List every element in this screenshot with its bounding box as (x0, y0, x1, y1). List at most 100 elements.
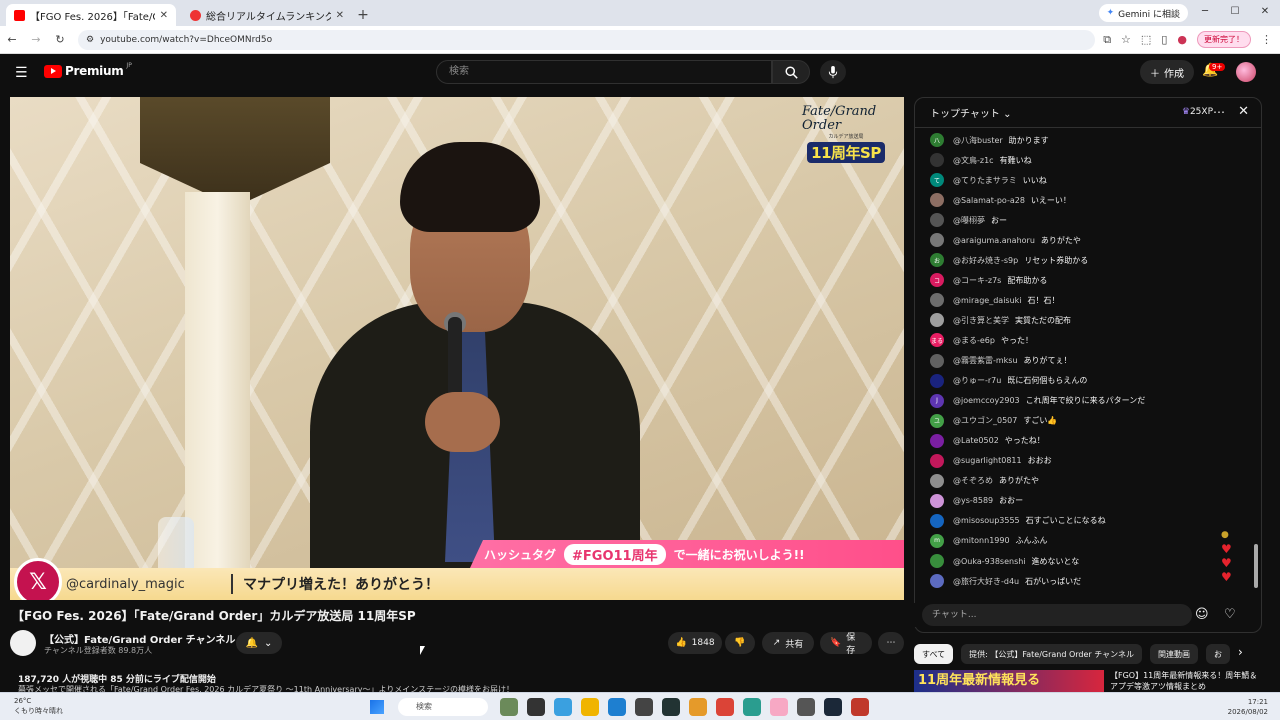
search-input[interactable]: 検索 (436, 60, 772, 84)
chat-author-name[interactable]: @mirage_daisuki (953, 296, 1022, 305)
chat-message[interactable]: @Salamat-po-a28 いえーい！ (915, 190, 1255, 210)
chat-message[interactable]: @ys-8589 おおー (915, 491, 1255, 511)
chat-message[interactable]: お @お好み焼き-s9p リセット券助かる (915, 250, 1255, 270)
steam-icon[interactable] (824, 698, 842, 716)
chat-message[interactable]: @霧雲紫雷-mksu ありがてぇ！ (915, 351, 1255, 371)
chip-all[interactable]: すべて (914, 644, 954, 664)
chat-author-avatar[interactable] (930, 513, 944, 528)
chat-message[interactable]: @mirage_daisuki 石！石！ (915, 290, 1255, 310)
chat-author-avatar[interactable] (930, 453, 944, 468)
chat-author-name[interactable]: @旅行大好き-d4u (953, 576, 1019, 587)
chat-author-avatar[interactable] (930, 353, 944, 368)
chat-author-name[interactable]: @お好み焼き-s9p (953, 255, 1018, 266)
taskbar-search[interactable]: 検索 (398, 698, 488, 716)
chat-author-avatar[interactable] (930, 433, 944, 448)
install-icon[interactable]: ⧉ (1103, 33, 1111, 47)
chat-author-avatar[interactable]: ユ (930, 413, 944, 428)
reload-icon[interactable]: ↻ (48, 33, 72, 46)
browser-tab-ranking[interactable]: 総合リアルタイムランキング | 配信ラ ✕ (182, 4, 352, 26)
chat-author-avatar[interactable] (930, 313, 944, 328)
forward-icon[interactable]: → (24, 33, 48, 46)
chat-author-name[interactable]: @sugarlight0811 (953, 456, 1022, 465)
update-button[interactable]: 更新完了！ (1197, 31, 1251, 48)
chat-author-name[interactable]: @ys-8589 (953, 496, 993, 505)
chat-message[interactable]: @misosoup3555 石すごいことになるね (915, 511, 1255, 531)
close-window-icon[interactable]: ✕ (1250, 0, 1280, 26)
voice-search-button[interactable] (820, 60, 846, 84)
maximize-icon[interactable]: ☐ (1220, 0, 1250, 26)
chat-author-avatar[interactable] (930, 293, 944, 308)
chat-scroll-thumb[interactable] (1254, 544, 1258, 588)
copilot-icon[interactable] (554, 698, 572, 716)
chat-author-name[interactable]: @まる-e6p (953, 335, 995, 346)
app-red-icon[interactable] (851, 698, 869, 716)
app-pink-icon[interactable] (770, 698, 788, 716)
chat-author-name[interactable]: @Late0502 (953, 436, 999, 445)
chat-mode-dropdown[interactable]: トップチャット ⌄ (930, 105, 1011, 120)
chat-author-avatar[interactable] (930, 493, 944, 508)
chat-message[interactable]: @曝栩夢 おー (915, 210, 1255, 230)
chat-author-avatar[interactable]: J (930, 393, 944, 408)
chat-author-avatar[interactable] (930, 193, 944, 208)
weather-widget[interactable]: 26°C くもり時々晴れ (14, 696, 63, 716)
chat-author-avatar[interactable] (930, 153, 944, 168)
recommended-title[interactable]: 【FGO】11周年最新情報来る！周年鯖＆アプデ等激アツ情報まとめ (1110, 670, 1260, 692)
bookmark-star-icon[interactable]: ☆ (1121, 33, 1131, 46)
share-button[interactable]: ↗ 共有 (762, 632, 814, 654)
chip-related[interactable]: 関連動画 (1150, 644, 1199, 664)
chat-author-name[interactable]: @araiguma.anahoru (953, 236, 1035, 245)
notepad-icon[interactable] (743, 698, 761, 716)
chat-message[interactable]: J @joemccoy2903 これ周年で絞りに来るパターンだ (915, 391, 1255, 411)
browser-tab-active[interactable]: 【FGO Fes. 2026】「Fate/Gran ✕ (6, 4, 176, 26)
xp-badge[interactable]: ♛25XP (1182, 107, 1213, 117)
chat-author-avatar[interactable] (930, 574, 944, 589)
close-tab-icon[interactable]: ✕ (160, 10, 168, 21)
settings-gear-icon[interactable] (797, 698, 815, 716)
chat-author-name[interactable]: @Ouka-938senshi (953, 557, 1026, 566)
chat-message[interactable]: @りゅー-r7u 既に石何個もらえんの (915, 371, 1255, 391)
chat-author-avatar[interactable] (930, 473, 944, 488)
chat-message[interactable]: て @てりたまサラミ いいね (915, 170, 1255, 190)
heart-icon[interactable]: ♡ (1224, 607, 1236, 622)
chat-message[interactable]: @文鳥-z1c 有難いね (915, 150, 1255, 170)
url-field[interactable]: ⚙ youtube.com/watch?v=DhceOMNrd5o (78, 29, 1096, 50)
chat-message[interactable]: コ @コーキ-z7s 配布助かる (915, 270, 1255, 290)
channel-name[interactable]: 【公式】Fate/Grand Order チャンネル ◎ (44, 631, 246, 646)
chat-author-avatar[interactable]: 八 (930, 133, 944, 148)
chat-author-name[interactable]: @そぞろめ (953, 475, 993, 486)
chip-channel[interactable]: 提供: 【公式】Fate/Grand Order チャンネル (961, 644, 1143, 664)
sidepanel-icon[interactable]: ▯ (1161, 33, 1167, 46)
chat-author-name[interactable]: @コーキ-z7s (953, 275, 1001, 286)
chat-message[interactable]: @引き算と美学 実質ただの配布 (915, 310, 1255, 330)
terminal-icon[interactable] (662, 698, 680, 716)
chat-author-name[interactable]: @曝栩夢 (953, 215, 985, 226)
store-icon[interactable] (635, 698, 653, 716)
more-actions-button[interactable]: ⋯ (878, 632, 904, 654)
browser-menu-icon[interactable]: ⋮ (1261, 33, 1272, 46)
chat-message[interactable]: @Ouka-938senshi 進めないとな (915, 551, 1255, 571)
video-player[interactable]: Fate/Grand Order カルデア放送局 11周年SP ハッシュタグ #… (10, 97, 904, 600)
chat-message[interactable]: 八 @八海buster 助かります (915, 130, 1255, 150)
recommended-video[interactable]: 11周年最新情報見る 【FGO】11周年最新情報来る！周年鯖＆アプデ等激アツ情報… (914, 670, 1262, 692)
new-tab-button[interactable]: + (352, 4, 374, 26)
chat-author-name[interactable]: @mitonn1990 (953, 536, 1010, 545)
chat-author-avatar[interactable]: まる (930, 333, 944, 348)
chat-message[interactable]: @旅行大好き-d4u 石がいっぱいだ (915, 571, 1255, 591)
create-button[interactable]: ＋ 作成 (1140, 60, 1194, 84)
system-tray-clock[interactable]: 17:21 2026/08/02 (1228, 697, 1268, 717)
chat-author-avatar[interactable]: コ (930, 273, 944, 288)
profile-icon[interactable]: ● (1177, 33, 1187, 46)
save-button[interactable]: 🔖 保存 (820, 632, 872, 656)
close-tab-icon[interactable]: ✕ (336, 10, 344, 21)
file-explorer-icon[interactable] (581, 698, 599, 716)
chat-message[interactable]: @araiguma.anahoru ありがたや (915, 230, 1255, 250)
chat-author-name[interactable]: @Salamat-po-a28 (953, 196, 1025, 205)
chat-message[interactable]: @そぞろめ ありがたや (915, 471, 1255, 491)
chat-author-avatar[interactable] (930, 554, 944, 568)
chip-more[interactable]: お (1206, 644, 1231, 664)
chat-author-name[interactable]: @霧雲紫雷-mksu (953, 355, 1018, 366)
chrome-icon[interactable] (716, 698, 734, 716)
chat-message[interactable]: まる @まる-e6p やった！ (915, 330, 1255, 350)
chat-author-name[interactable]: @joemccoy2903 (953, 396, 1020, 405)
chat-author-name[interactable]: @てりたまサラミ (953, 175, 1017, 186)
